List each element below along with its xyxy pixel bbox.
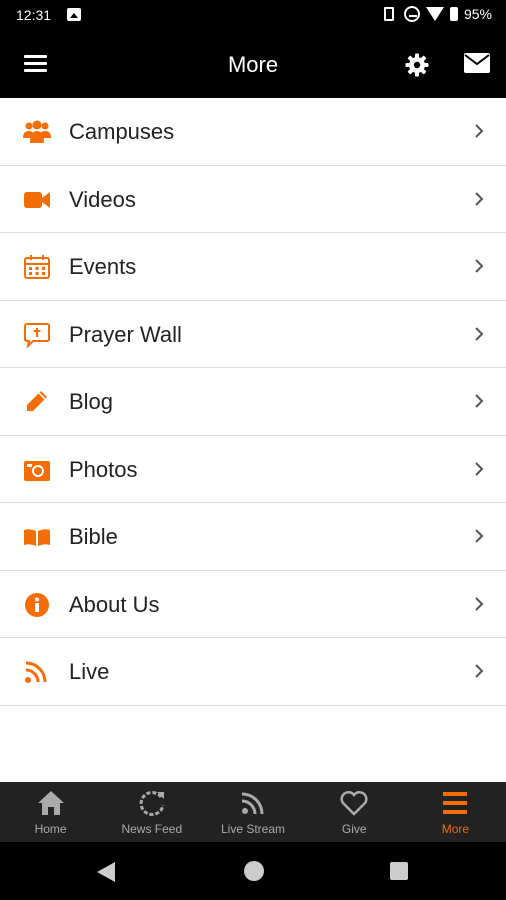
menu-item-blog[interactable]: Blog [0, 368, 506, 436]
menu-item-videos[interactable]: Videos [0, 166, 506, 233]
page-title: More [227, 52, 279, 77]
menu-item-prayer-wall[interactable]: Prayer Wall [0, 301, 506, 368]
status-icons: 95% [380, 6, 492, 22]
home-icon [37, 791, 64, 815]
menu-item-label: Bible [69, 524, 118, 549]
battery-icon [449, 7, 458, 21]
gear-icon[interactable] [405, 53, 429, 77]
battery-level: 95% [463, 6, 492, 22]
tab-more[interactable]: More [405, 782, 506, 842]
recent-apps-icon[interactable] [390, 862, 408, 880]
refresh-icon [139, 790, 165, 816]
menu-item-live[interactable]: Live [0, 638, 506, 706]
rss-icon [25, 661, 47, 683]
menu-item-label: Photos [69, 456, 138, 482]
app-bar: More [0, 32, 506, 98]
menu-item-events[interactable]: Events [0, 233, 506, 301]
home-circle-icon[interactable] [244, 861, 264, 881]
chevron-right-icon [475, 461, 484, 476]
tab-label: Live Stream [220, 822, 286, 836]
menu-item-about-us[interactable]: About Us [0, 571, 506, 638]
menu-item-bible[interactable]: Bible [0, 503, 506, 571]
back-icon[interactable] [97, 862, 115, 882]
calendar-icon [24, 255, 50, 279]
tab-news-feed[interactable]: News Feed [101, 782, 202, 842]
tab-label: Home [34, 822, 67, 836]
tab-live-stream[interactable]: Live Stream [202, 782, 303, 842]
chevron-right-icon [475, 664, 484, 678]
tab-label: News Feed [121, 822, 183, 836]
menu-item-label: Live [69, 659, 110, 684]
tab-home[interactable]: Home [0, 782, 101, 842]
menu-item-label: Videos [69, 186, 136, 212]
tab-label: More [441, 822, 470, 836]
camera-icon [24, 460, 50, 481]
hamburger-menu-icon [443, 792, 468, 814]
menu-item-label: Blog [69, 389, 114, 414]
mail-icon[interactable] [464, 53, 490, 73]
pencil-icon [27, 391, 47, 411]
menu-item-photos[interactable]: Photos [0, 436, 506, 503]
chevron-right-icon [475, 596, 484, 611]
image-notification-icon [67, 8, 81, 21]
vibrate-icon [383, 7, 394, 21]
do-not-disturb-icon [403, 6, 420, 22]
open-book-icon [24, 529, 50, 546]
chevron-right-icon [475, 394, 484, 408]
tab-label: Give [341, 822, 367, 836]
menu-item-campuses[interactable]: Campuses [0, 98, 506, 166]
chevron-right-icon [475, 259, 484, 273]
chevron-right-icon [475, 191, 484, 206]
rss-icon [241, 792, 264, 815]
prayer-speech-icon [24, 322, 50, 348]
status-bar: 12:31 95% [0, 0, 506, 32]
heart-icon [340, 790, 368, 816]
tab-give[interactable]: Give [304, 782, 405, 842]
menu-list: Campuses Videos Events Prayer Wall Blog … [0, 98, 506, 706]
menu-item-label: Events [69, 254, 137, 279]
bottom-tab-bar: Home News Feed Live Stream Give More [0, 782, 506, 842]
video-camera-icon [24, 191, 50, 208]
wifi-icon [425, 7, 444, 21]
menu-item-label: Prayer Wall [69, 321, 182, 347]
chevron-right-icon [475, 529, 484, 543]
menu-item-label: About Us [69, 591, 160, 617]
chevron-right-icon [475, 124, 484, 138]
info-icon [25, 592, 49, 617]
users-icon [23, 120, 51, 143]
chevron-right-icon [475, 326, 484, 341]
menu-item-label: Campuses [69, 119, 175, 144]
status-time: 12:31 [16, 7, 52, 23]
